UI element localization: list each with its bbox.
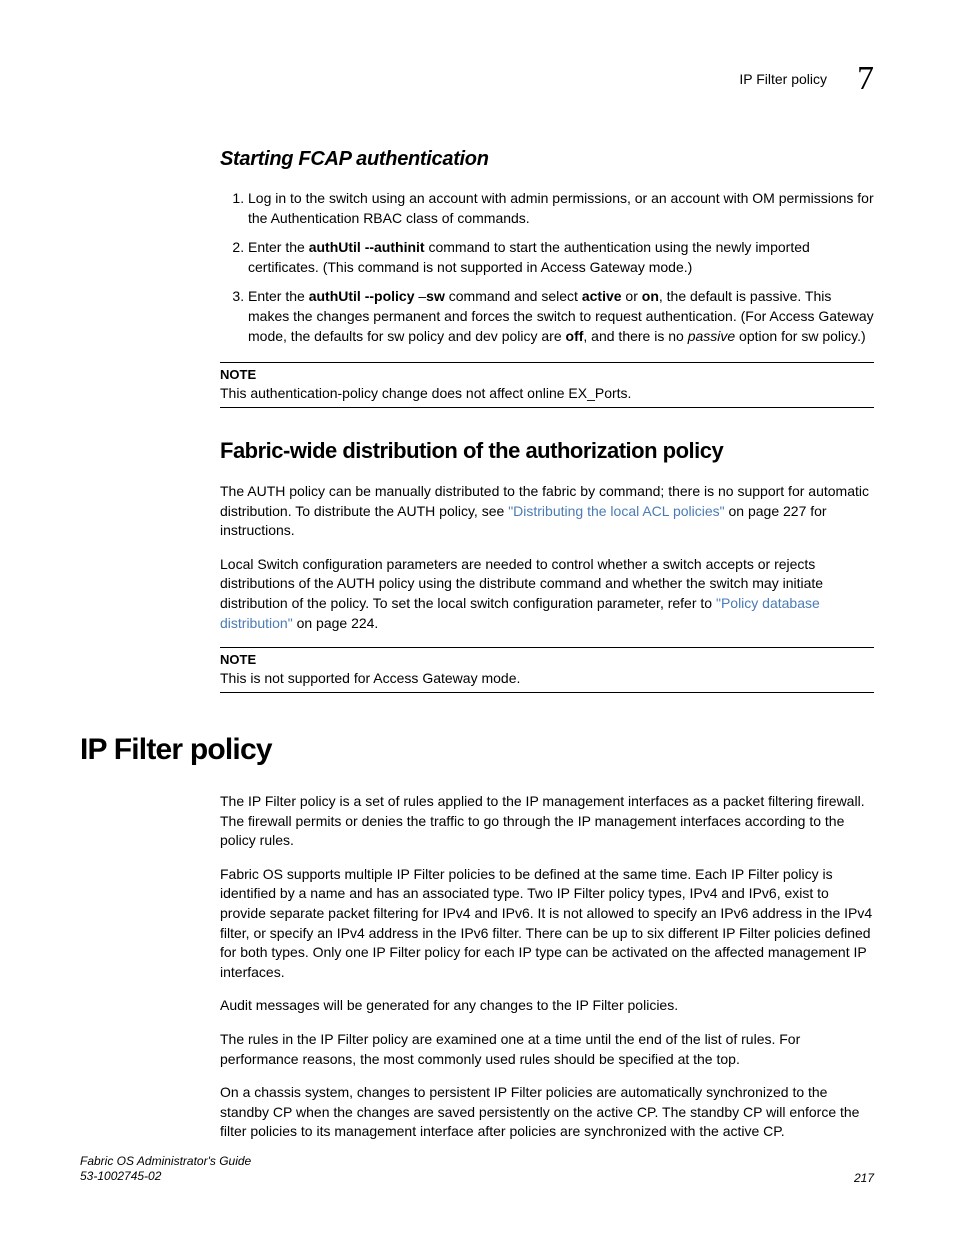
ip-p1: The IP Filter policy is a set of rules a… [220, 792, 874, 851]
ip-p3: Audit messages will be generated for any… [220, 996, 874, 1016]
note-1-text: This authentication-policy change does n… [220, 384, 874, 403]
section-fabric-wide: Fabric-wide distribution of the authoriz… [220, 438, 874, 464]
page-header: IP Filter policy 7 [80, 60, 874, 98]
footer-docnum: 53-1002745-02 [80, 1169, 251, 1185]
fabric-p2: Local Switch configuration parameters ar… [220, 555, 874, 633]
step-3-cmd1: authUtil --policy [309, 288, 415, 304]
step-3c: command and select [445, 288, 582, 304]
note-rule-bottom [220, 407, 874, 408]
step-2: Enter the authUtil --authinit command to… [248, 238, 874, 277]
step-3-cmd5: off [566, 328, 584, 344]
step-2a: Enter the [248, 239, 309, 255]
note-rule-top [220, 362, 874, 363]
note-2: NOTE This is not supported for Access Ga… [220, 647, 874, 693]
step-3: Enter the authUtil --policy –sw command … [248, 287, 874, 346]
section-starting-fcap: Starting FCAP authentication [220, 148, 874, 171]
footer-page: 217 [854, 1171, 874, 1185]
step-3a: Enter the [248, 288, 309, 304]
step-3-cmd4: on [642, 288, 659, 304]
step-2-cmd: authUtil --authinit [309, 239, 425, 255]
note2-rule-top [220, 647, 874, 648]
note-1-label: NOTE [220, 367, 874, 382]
ip-p4: The rules in the IP Filter policy are ex… [220, 1030, 874, 1069]
step-1-text: Log in to the switch using an account wi… [248, 190, 874, 226]
ip-p2: Fabric OS supports multiple IP Filter po… [220, 865, 874, 983]
step-3f: , and there is no [583, 328, 687, 344]
step-3d: or [622, 288, 642, 304]
step-3-italic: passive [688, 328, 735, 344]
chapter-number: 7 [857, 60, 874, 98]
page-footer: Fabric OS Administrator's Guide 53-10027… [80, 1154, 874, 1185]
step-3b: – [414, 288, 426, 304]
footer-guide: Fabric OS Administrator's Guide [80, 1154, 251, 1170]
steps-list: Log in to the switch using an account wi… [220, 189, 874, 346]
step-3-cmd3: active [582, 288, 622, 304]
heading-ip-filter: IP Filter policy [80, 733, 874, 767]
fabric-p2b: on page 224. [293, 615, 379, 631]
note2-rule-bottom [220, 692, 874, 693]
step-3-cmd2: sw [426, 288, 445, 304]
note-2-text: This is not supported for Access Gateway… [220, 669, 874, 688]
footer-left: Fabric OS Administrator's Guide 53-10027… [80, 1154, 251, 1185]
link-distributing-acl[interactable]: "Distributing the local ACL policies" [508, 503, 724, 519]
step-3g: option for sw policy.) [735, 328, 865, 344]
ip-p5: On a chassis system, changes to persiste… [220, 1083, 874, 1142]
header-title: IP Filter policy [739, 71, 827, 87]
note-2-label: NOTE [220, 652, 874, 667]
step-1: Log in to the switch using an account wi… [248, 189, 874, 228]
fabric-p1: The AUTH policy can be manually distribu… [220, 482, 874, 541]
note-1: NOTE This authentication-policy change d… [220, 362, 874, 408]
